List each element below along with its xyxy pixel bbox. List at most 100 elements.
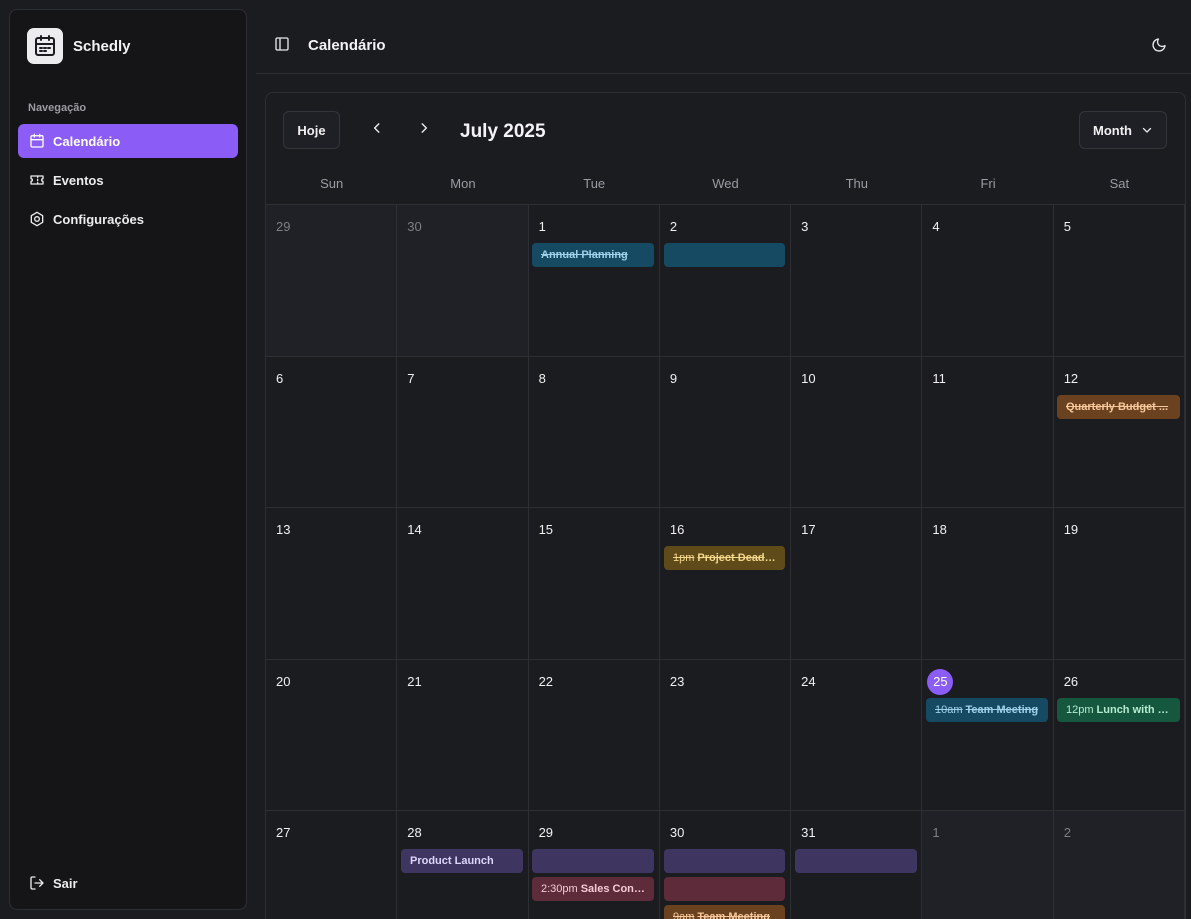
day-number: 26: [1063, 673, 1079, 689]
day-number: 2: [669, 219, 678, 234]
chevron-down-icon: [1142, 127, 1152, 133]
event-product-launch-continuation[interactable]: [795, 849, 917, 873]
day-cell[interactable]: 29: [266, 205, 398, 356]
day-cell[interactable]: 23: [660, 659, 792, 810]
day-cell[interactable]: 2: [1053, 811, 1185, 919]
day-number: 9: [669, 370, 678, 386]
day-cell[interactable]: 25: [922, 659, 1054, 810]
chevron-right-icon[interactable]: [417, 121, 431, 135]
sidebar-toggle-icon[interactable]: [274, 36, 290, 52]
moon-icon[interactable]: [1151, 37, 1167, 53]
app-name: Schedly: [73, 37, 131, 55]
event-team-meeting[interactable]: 9am Team Meeting: [664, 905, 785, 919]
day-number: 20: [276, 673, 291, 689]
day-cell[interactable]: 18: [922, 508, 1054, 659]
event-title: Product Launch: [410, 855, 494, 867]
event-title: Team Meeting: [965, 703, 1039, 716]
day-cell[interactable]: 20: [266, 659, 398, 810]
day-number: 27: [276, 825, 291, 840]
weekday-label: Thu: [845, 176, 868, 191]
day-number: 22: [538, 673, 554, 689]
sidebar-item-calendario[interactable]: Calendário: [18, 124, 238, 158]
weekday-label: Sun: [320, 176, 344, 191]
logout-label: Sair: [53, 875, 78, 891]
day-number: 2: [1063, 825, 1071, 840]
sidebar-item-configuracoes[interactable]: Configurações: [18, 202, 238, 236]
event-sales-conference-continuation[interactable]: [664, 877, 785, 901]
logout-icon: [30, 876, 44, 890]
day-cell[interactable]: 11: [922, 356, 1054, 507]
event-product-launch-continuation[interactable]: [664, 849, 785, 873]
day-cell[interactable]: 3: [791, 205, 923, 356]
event-title: Lunch with C...: [1096, 703, 1175, 716]
event-title: Team Meeting: [697, 911, 770, 919]
day-cell[interactable]: 1: [922, 811, 1054, 919]
event-team-meeting[interactable]: 10am Team Meeting: [926, 697, 1048, 722]
chevron-left-icon[interactable]: [370, 121, 384, 135]
weekday-label: Fri: [980, 176, 996, 191]
logout-button[interactable]: Sair: [18, 866, 78, 900]
view-select[interactable]: Month: [1079, 111, 1167, 149]
month-grid: 29 30 1 2 3 4 5 Annual Planning 6 7 8 9 …: [266, 205, 1185, 919]
event-sales-conference[interactable]: 2:30pm Sales Conf...: [532, 877, 654, 901]
day-cell[interactable]: 8: [529, 356, 660, 507]
event-product-launch-continuation[interactable]: [532, 849, 654, 873]
calendar-panel: Hoje July 2025 Month Sun Mon Tue Wed Thu…: [265, 92, 1186, 919]
day-number: 10: [801, 370, 816, 386]
today-button[interactable]: Hoje: [283, 111, 340, 149]
event-lunch[interactable]: 12pm Lunch with C...: [1057, 697, 1180, 722]
day-cell[interactable]: 21: [397, 659, 529, 810]
sidebar-item-eventos[interactable]: Eventos: [18, 163, 238, 197]
event-quarterly-budget[interactable]: Quarterly Budget ...: [1057, 394, 1180, 419]
day-cell[interactable]: 19: [1054, 508, 1185, 659]
day-number: 7: [407, 370, 415, 386]
week-row: 27 28 29 30 31 1 2 Product Launch 2:30pm…: [266, 811, 1185, 919]
ticket-icon: [30, 175, 44, 185]
event-title: Annual Planning: [541, 249, 628, 261]
sidebar: Schedly Navegação Calendário Eventos Con…: [9, 9, 247, 910]
event-time: 2:30pm: [541, 883, 578, 895]
day-cell[interactable]: 15: [529, 508, 660, 659]
nav-heading: Navegação: [28, 102, 87, 114]
event-annual-planning-continuation[interactable]: [664, 243, 785, 267]
day-number: 1: [932, 825, 940, 840]
week-row: 29 30 1 2 3 4 5 Annual Planning: [266, 205, 1185, 357]
day-cell[interactable]: 27: [266, 811, 398, 919]
day-cell[interactable]: 14: [397, 508, 529, 659]
day-cell[interactable]: 30: [397, 205, 529, 356]
weekday-label: Mon: [450, 176, 476, 191]
day-cell[interactable]: 17: [791, 508, 923, 659]
event-title: Sales Conf...: [580, 883, 647, 895]
day-number: 12: [1063, 370, 1079, 386]
day-cell[interactable]: 6: [266, 356, 398, 507]
day-cell[interactable]: 16: [660, 508, 792, 659]
day-number: 29: [276, 219, 291, 234]
day-number: 16: [669, 522, 685, 537]
day-cell[interactable]: 4: [922, 205, 1054, 356]
day-cell[interactable]: 22: [529, 659, 660, 810]
day-cell[interactable]: 5: [1054, 205, 1185, 356]
day-cell[interactable]: 24: [791, 659, 923, 810]
event-time: 9am: [673, 911, 695, 919]
weekday-header: Sun Mon Tue Wed Thu Fri Sat: [266, 174, 1185, 205]
day-cell[interactable]: 13: [266, 508, 398, 659]
top-bar: Calendário: [256, 0, 1191, 74]
day-number: 24: [801, 673, 816, 689]
day-cell[interactable]: 7: [397, 356, 529, 507]
event-annual-planning[interactable]: Annual Planning: [532, 243, 654, 267]
event-product-launch[interactable]: Product Launch: [401, 849, 523, 873]
weekday-label: Wed: [712, 176, 739, 191]
day-cell[interactable]: 26: [1054, 659, 1185, 810]
day-number: 5: [1063, 219, 1071, 234]
day-cell[interactable]: 9: [660, 356, 792, 507]
week-row: 6 7 8 9 10 11 12 Quarterly Budget ...: [266, 356, 1185, 508]
brand: Schedly: [27, 28, 131, 64]
day-number: 29: [538, 825, 554, 840]
event-time: 10am: [935, 703, 963, 716]
day-cell[interactable]: 2: [660, 205, 792, 356]
day-cell[interactable]: 1: [529, 205, 660, 356]
day-cell[interactable]: 12: [1054, 356, 1185, 507]
day-cell[interactable]: 10: [791, 356, 923, 507]
day-number: 13: [276, 522, 291, 537]
event-project-deadline[interactable]: 1pm Project Deadli...: [664, 546, 785, 570]
